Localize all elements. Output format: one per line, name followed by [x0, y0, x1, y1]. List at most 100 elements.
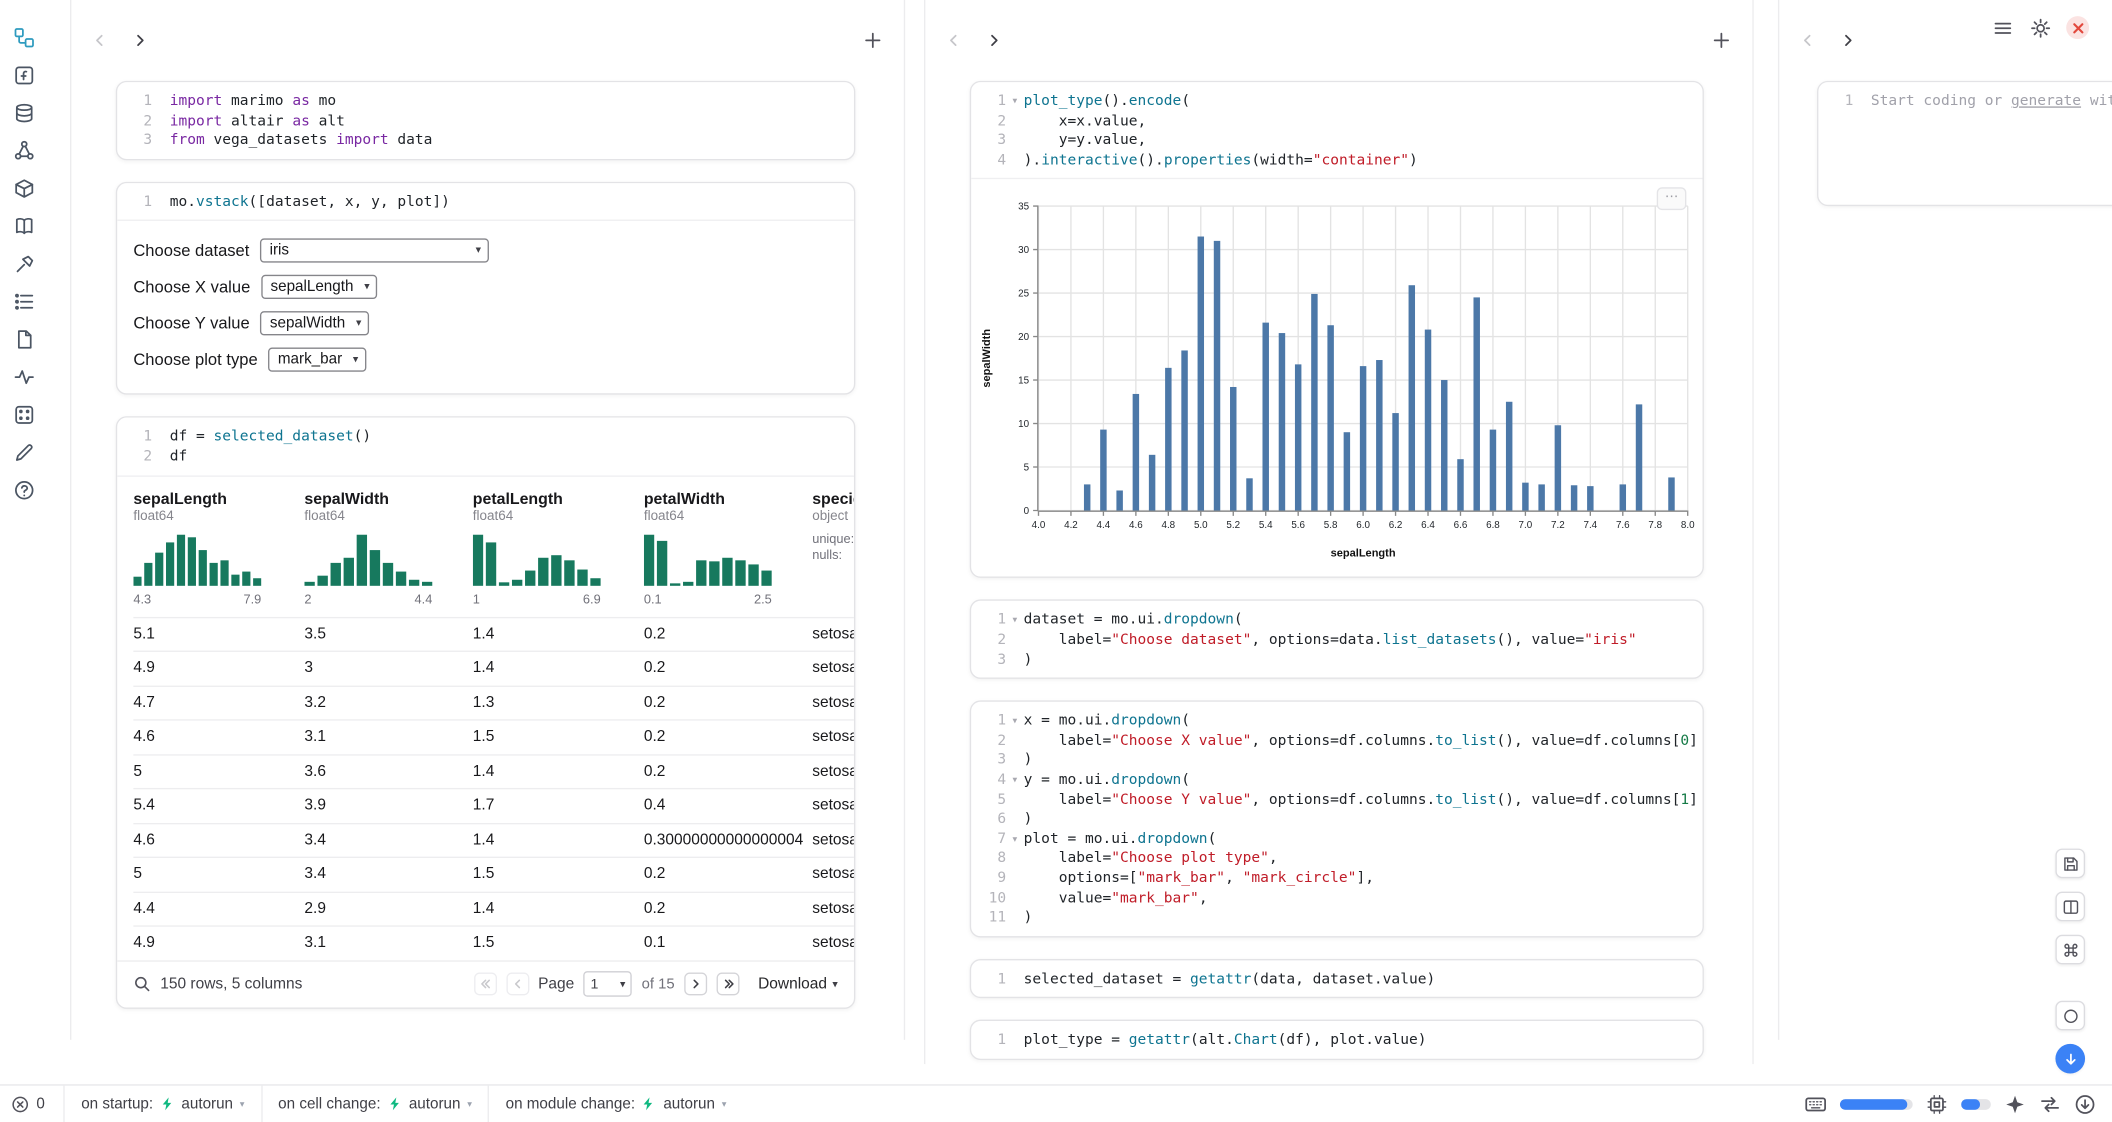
memory-usage-meter[interactable]: [1840, 1098, 1913, 1109]
column-prev-button[interactable]: [92, 32, 108, 48]
table-row[interactable]: 4.931.40.2setosa: [133, 651, 854, 685]
code-editor[interactable]: 1df = selected_dataset()2df: [117, 418, 854, 475]
first-page-button[interactable]: [473, 973, 496, 996]
cell-plot: 1▾plot_type().encode(2 x=x.value,3 y=y.v…: [970, 81, 1704, 579]
chart-menu-button[interactable]: ⋯: [1657, 188, 1687, 211]
run-button[interactable]: [2055, 1044, 2085, 1074]
x-value-select[interactable]: sepalLength ▾: [261, 275, 378, 299]
prev-page-button[interactable]: [506, 973, 529, 996]
code-editor[interactable]: 1▾plot_type().encode(2 x=x.value,3 y=y.v…: [971, 82, 1702, 178]
fold-chevron-icon[interactable]: ▾: [1006, 611, 1024, 631]
generate-ai-link[interactable]: generate: [2011, 92, 2081, 110]
on-cell-change-setting[interactable]: on cell change: autorun ▾: [261, 1086, 488, 1122]
table-row[interactable]: 53.61.40.2setosa: [133, 754, 854, 788]
sync-status-icon[interactable]: [2039, 1093, 2061, 1115]
ai-assistant-icon[interactable]: [2004, 1093, 2026, 1115]
code-editor[interactable]: 1mo.vstack([dataset, x, y, plot]): [117, 183, 854, 220]
on-startup-setting[interactable]: on startup: autorun ▾: [64, 1086, 261, 1122]
logs-icon[interactable]: [12, 290, 36, 314]
cpu-usage-meter[interactable]: [1961, 1098, 1991, 1109]
keyboard-shortcuts-icon[interactable]: [1805, 1093, 1827, 1115]
error-indicator[interactable]: 0: [0, 1094, 64, 1113]
functions-icon[interactable]: [12, 63, 36, 87]
code-editor[interactable]: 1selected_dataset = getattr(data, datase…: [971, 960, 1702, 997]
cell-xy-plot-dropdowns: 1▾x = mo.ui.dropdown(2 label="Choose X v…: [970, 701, 1704, 937]
chip-label: on module change:: [506, 1096, 635, 1112]
dependency-graph-icon[interactable]: [12, 139, 36, 163]
column-header[interactable]: speciesobject: [812, 488, 854, 523]
search-icon[interactable]: [133, 975, 151, 993]
page-select[interactable]: 1 ▾: [584, 971, 632, 997]
column-header[interactable]: sepalWidthfloat64: [304, 488, 472, 523]
table-row[interactable]: 5.43.91.70.4setosa: [133, 788, 854, 822]
svg-text:6.0: 6.0: [1356, 521, 1370, 532]
code-editor[interactable]: 1plot_type = getattr(alt.Chart(df), plot…: [971, 1021, 1702, 1058]
column-prev-button[interactable]: [1800, 32, 1816, 48]
help-icon[interactable]: [12, 478, 36, 502]
column-next-button[interactable]: [1840, 32, 1856, 48]
code-line: 1selected_dataset = getattr(data, datase…: [977, 969, 1692, 989]
column-prev-button[interactable]: [946, 32, 962, 48]
shortcuts-icon[interactable]: [12, 403, 36, 427]
scratchpad-icon[interactable]: [12, 440, 36, 464]
marimo-app: 1import marimo as mo2import altair as al…: [0, 0, 2112, 1122]
code-line: 1▾plot_type().encode(: [977, 92, 1692, 112]
column-header[interactable]: sepalLengthfloat64: [133, 488, 304, 523]
download-button[interactable]: Download ▾: [758, 976, 838, 992]
on-module-change-setting[interactable]: on module change: autorun ▾: [488, 1086, 743, 1122]
table-row[interactable]: 4.73.21.30.2setosa: [133, 685, 854, 719]
code-editor[interactable]: 1▾dataset = mo.ui.dropdown(2 label="Choo…: [971, 601, 1702, 677]
column-header[interactable]: petalWidthfloat64: [644, 488, 812, 523]
column-header[interactable]: petalLengthfloat64: [473, 488, 644, 523]
add-cell-button[interactable]: [863, 31, 882, 50]
svg-text:7.2: 7.2: [1551, 521, 1565, 532]
table-row[interactable]: 4.93.11.50.1setosa: [133, 925, 854, 959]
chat-button[interactable]: [2055, 1001, 2085, 1031]
shutdown-icon[interactable]: [2066, 16, 2089, 39]
plot-type-select[interactable]: mark_bar ▾: [268, 347, 366, 371]
dataset-select[interactable]: iris ▾: [260, 238, 489, 262]
svg-text:sepalLength: sepalLength: [1331, 548, 1396, 560]
snippets-icon[interactable]: [12, 252, 36, 276]
chevron-down-icon: ▾: [364, 281, 369, 293]
next-page-button[interactable]: [684, 973, 707, 996]
fold-chevron-icon[interactable]: ▾: [1006, 92, 1024, 112]
table-row[interactable]: 53.41.50.2setosa: [133, 857, 854, 891]
code-line: 11): [977, 908, 1692, 928]
circle-arrow-down-icon[interactable]: [2074, 1093, 2096, 1115]
table-row[interactable]: 4.63.11.50.2setosa: [133, 719, 854, 753]
chevron-down-icon: ▾: [832, 978, 837, 990]
chip-value: autorun: [181, 1096, 233, 1112]
svg-text:4.6: 4.6: [1129, 521, 1143, 532]
layout-toggle-button[interactable]: [2055, 892, 2085, 922]
tracing-icon[interactable]: [12, 365, 36, 389]
fold-chevron-icon[interactable]: ▾: [1006, 711, 1024, 731]
code-editor[interactable]: 1import marimo as mo2import altair as al…: [117, 82, 854, 158]
settings-gear-icon[interactable]: [2028, 16, 2051, 39]
column-next-button[interactable]: [132, 32, 148, 48]
table-row[interactable]: 5.13.51.40.2setosa: [133, 616, 854, 650]
notebook-tree-icon[interactable]: [12, 26, 36, 50]
fold-chevron-icon[interactable]: ▾: [1006, 770, 1024, 790]
column-next-button[interactable]: [986, 32, 1002, 48]
table-row[interactable]: 4.42.91.40.2setosa: [133, 891, 854, 925]
fold-chevron-icon[interactable]: ▾: [1006, 829, 1024, 849]
menu-icon[interactable]: [1991, 16, 2014, 39]
y-value-select[interactable]: sepalWidth ▾: [260, 311, 369, 335]
table-row[interactable]: 4.63.41.40.30000000000000004setosa: [133, 822, 854, 856]
datasources-icon[interactable]: [12, 101, 36, 125]
code-line: 8 label="Choose plot type",: [977, 849, 1692, 869]
altair-chart[interactable]: 4.04.24.44.64.85.05.25.45.65.86.06.26.46…: [971, 178, 1702, 577]
code-editor[interactable]: 1 Start coding or generate with AI: [1818, 82, 2112, 205]
documents-icon[interactable]: [12, 327, 36, 351]
last-page-button[interactable]: [716, 973, 739, 996]
code-editor[interactable]: 1▾x = mo.ui.dropdown(2 label="Choose X v…: [971, 702, 1702, 936]
packages-icon[interactable]: [12, 176, 36, 200]
svg-text:5.6: 5.6: [1291, 521, 1305, 532]
code-line: 2 label="Choose X value", options=df.col…: [977, 731, 1692, 751]
save-button[interactable]: [2055, 849, 2085, 879]
command-palette-button[interactable]: [2055, 935, 2085, 965]
line-number: 1: [1824, 92, 1854, 112]
documentation-icon[interactable]: [12, 214, 36, 238]
add-cell-button[interactable]: [1712, 31, 1731, 50]
